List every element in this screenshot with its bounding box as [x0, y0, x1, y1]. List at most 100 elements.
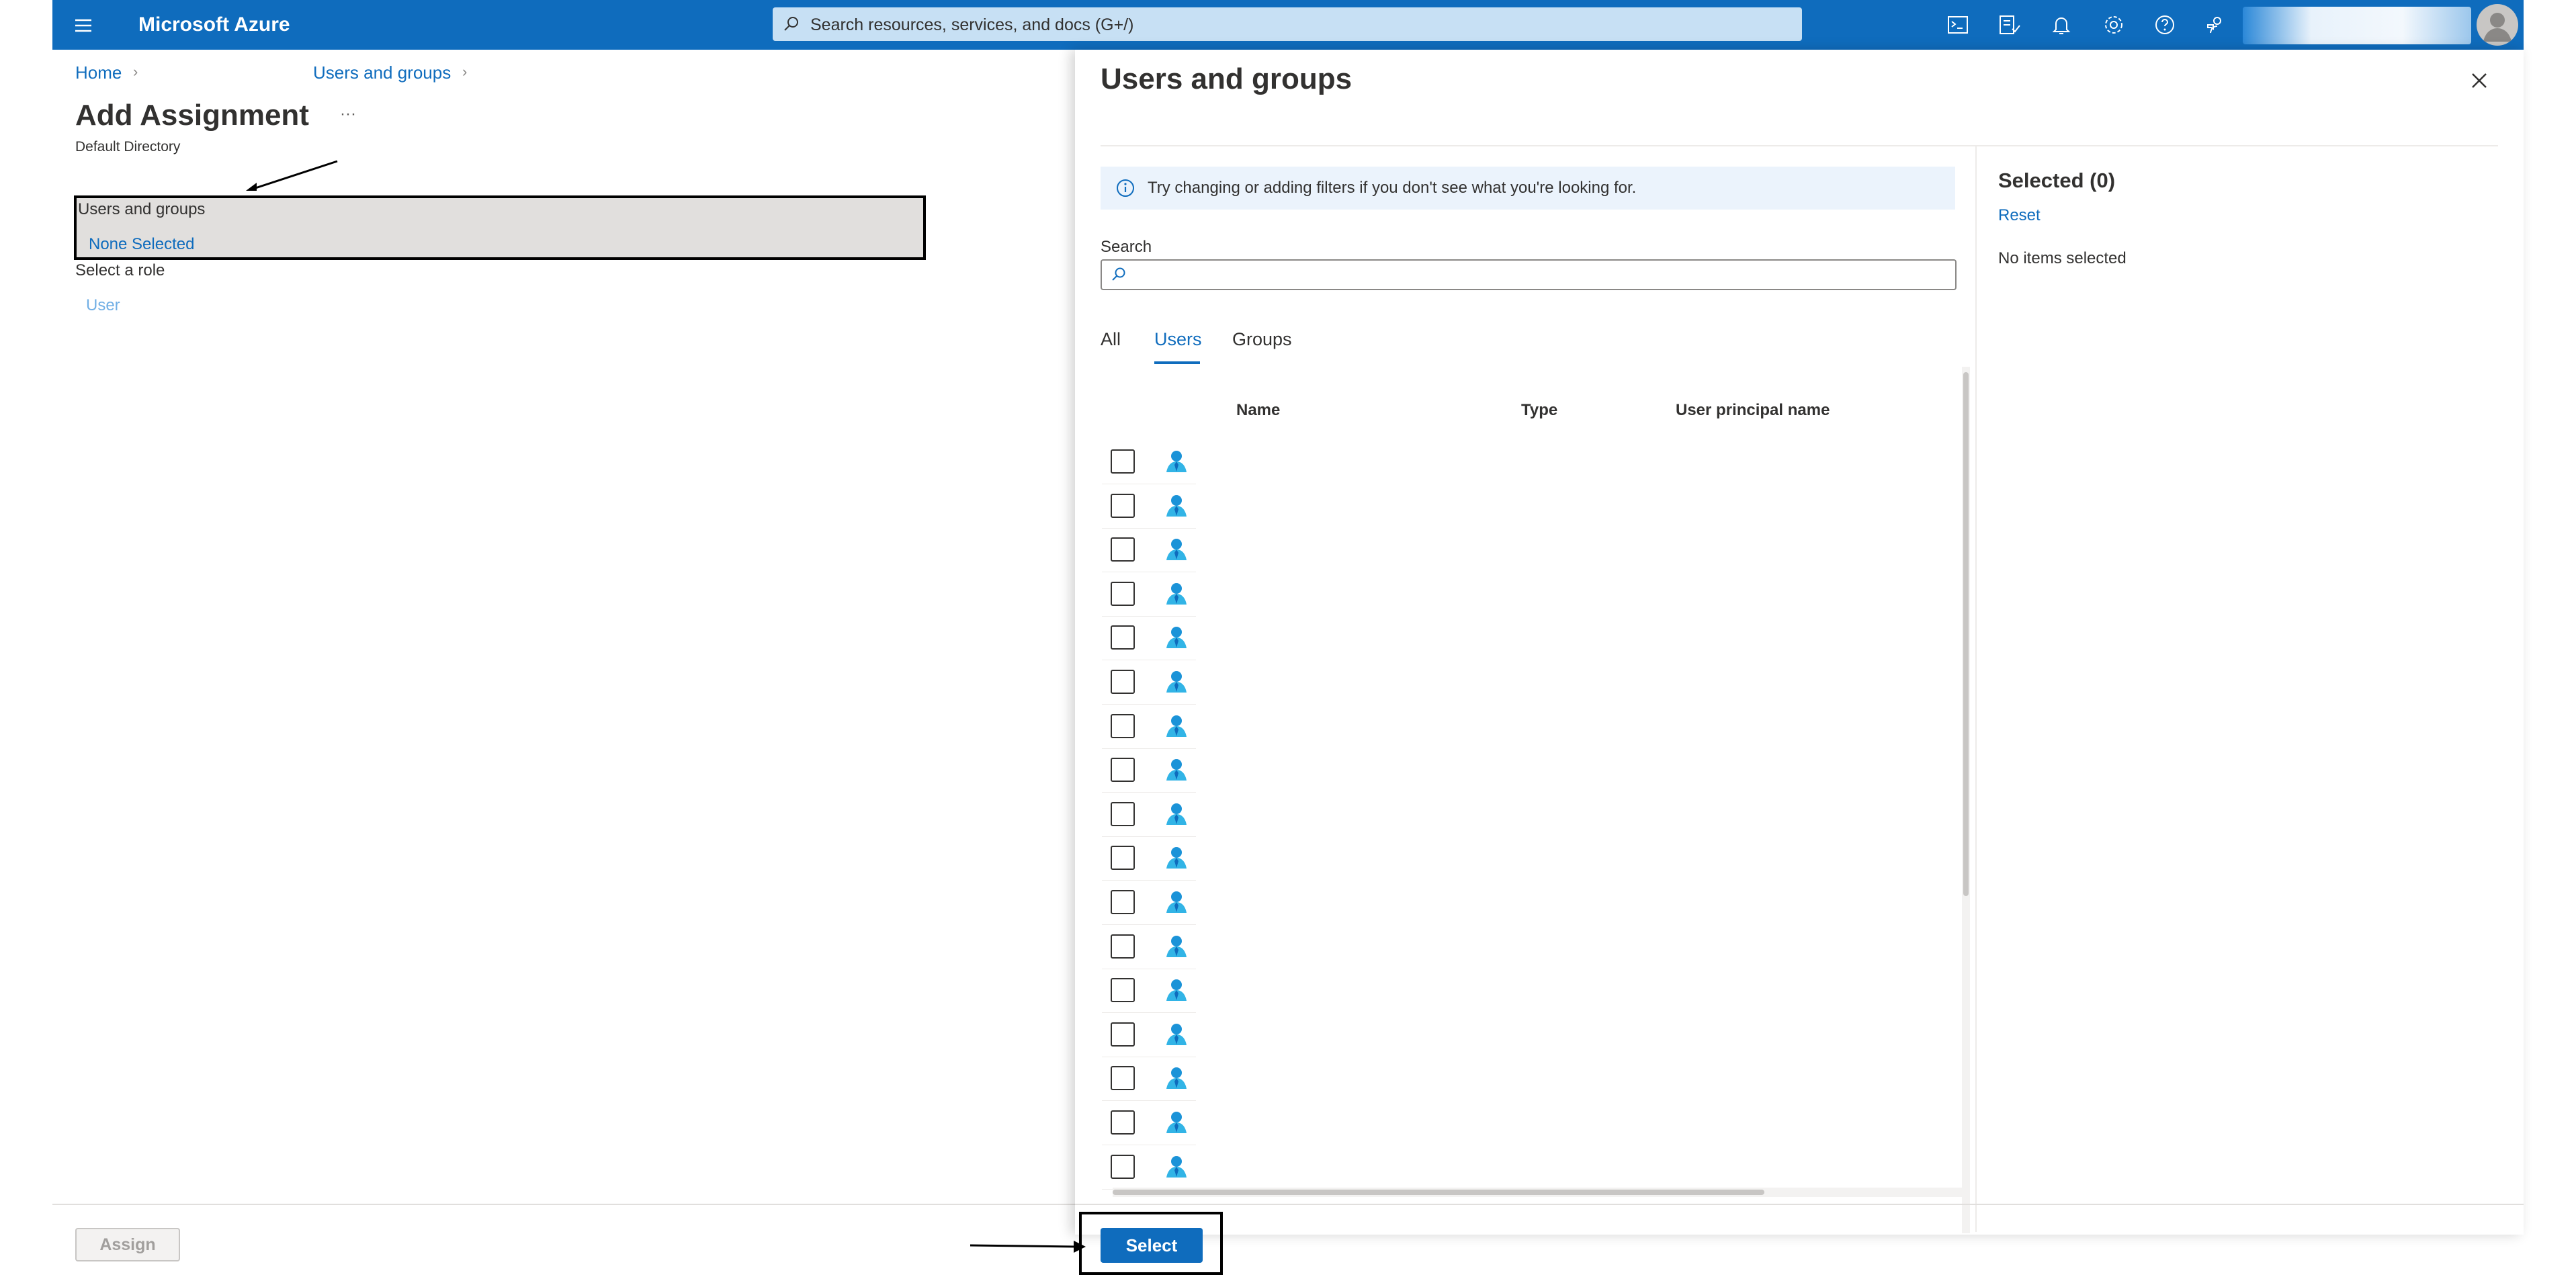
selected-empty-text: No items selected: [1998, 249, 2127, 267]
row-checkbox[interactable]: [1111, 1022, 1135, 1047]
row-checkbox[interactable]: [1111, 449, 1135, 474]
table-row[interactable]: [1102, 880, 1196, 925]
close-icon[interactable]: [2466, 67, 2493, 94]
reset-link[interactable]: Reset: [1998, 206, 2041, 226]
table-row[interactable]: [1102, 439, 1196, 484]
scrollbar-thumb[interactable]: [1963, 372, 1969, 896]
user-icon: [1164, 1021, 1189, 1047]
brand-title[interactable]: Microsoft Azure: [138, 12, 290, 38]
user-list: [1075, 439, 1962, 1231]
chevron-right-icon: ›: [462, 63, 468, 80]
user-icon: [1164, 933, 1189, 959]
user-icon: [1164, 756, 1189, 782]
users-and-groups-label: Users and groups: [78, 200, 206, 218]
search-icon: [782, 15, 801, 34]
row-checkbox[interactable]: [1111, 670, 1135, 694]
user-icon: [1164, 668, 1189, 694]
tab-users[interactable]: Users: [1154, 328, 1202, 351]
tab-groups[interactable]: Groups: [1232, 328, 1292, 351]
row-checkbox[interactable]: [1111, 801, 1135, 826]
row-checkbox[interactable]: [1111, 934, 1135, 959]
page-title: Add Assignment: [75, 99, 309, 132]
user-icon: [1164, 977, 1189, 1002]
select-button[interactable]: Select: [1101, 1228, 1203, 1263]
annotation-arrow-icon: [246, 160, 338, 191]
user-icon: [1164, 492, 1189, 518]
table-row[interactable]: [1102, 792, 1196, 837]
horizontal-scrollbar[interactable]: [1113, 1188, 1962, 1197]
breadcrumb-users-and-groups[interactable]: Users and groups: [313, 62, 451, 83]
tab-active-indicator: [1154, 361, 1200, 364]
table-row[interactable]: [1102, 748, 1196, 793]
row-checkbox[interactable]: [1111, 1154, 1135, 1179]
tab-all[interactable]: All: [1101, 328, 1121, 351]
breadcrumb-home[interactable]: Home: [75, 62, 122, 83]
user-icon: [1164, 713, 1189, 738]
notifications-icon[interactable]: [2048, 11, 2075, 38]
info-bar: Try changing or adding filters if you do…: [1101, 167, 1955, 210]
help-icon[interactable]: [2151, 11, 2178, 38]
users-and-groups-value[interactable]: None Selected: [89, 234, 194, 255]
column-name[interactable]: Name: [1236, 400, 1280, 420]
user-icon: [1164, 1153, 1189, 1179]
settings-icon[interactable]: [2100, 11, 2127, 38]
row-checkbox[interactable]: [1111, 493, 1135, 518]
table-row[interactable]: [1102, 704, 1196, 749]
cloud-shell-icon[interactable]: [1944, 11, 1971, 38]
table-row[interactable]: [1102, 1056, 1196, 1102]
user-icon: [1164, 536, 1189, 562]
row-checkbox[interactable]: [1111, 846, 1135, 871]
chevron-right-icon: ›: [133, 63, 138, 80]
table-row[interactable]: [1102, 836, 1196, 881]
table-row[interactable]: [1102, 615, 1196, 661]
table-row[interactable]: [1102, 484, 1196, 529]
search-icon: [1110, 266, 1127, 283]
row-checkbox[interactable]: [1111, 890, 1135, 914]
row-checkbox[interactable]: [1111, 978, 1135, 1003]
column-divider: [1975, 145, 1977, 1232]
page-subtitle: Default Directory: [75, 139, 181, 154]
search-placeholder: Search resources, services, and docs (G+…: [810, 15, 1134, 34]
search-input[interactable]: [1101, 259, 1957, 290]
info-icon: [1115, 178, 1135, 198]
table-row[interactable]: [1102, 924, 1196, 969]
selected-title: Selected (0): [1998, 169, 2116, 192]
assign-button[interactable]: Assign: [75, 1228, 180, 1261]
row-checkbox[interactable]: [1111, 713, 1135, 738]
table-row[interactable]: [1102, 527, 1196, 573]
column-user-principal-name[interactable]: User principal name: [1676, 400, 1830, 420]
directory-filter-icon[interactable]: [1995, 11, 2022, 38]
column-type[interactable]: Type: [1521, 400, 1557, 420]
scrollbar-thumb[interactable]: [1113, 1190, 1764, 1195]
info-text: Try changing or adding filters if you do…: [1148, 179, 1637, 197]
user-icon: [1164, 624, 1189, 650]
table-row[interactable]: [1102, 1145, 1196, 1190]
user-icon: [1164, 1109, 1189, 1135]
role-value[interactable]: User: [86, 296, 120, 316]
avatar[interactable]: [2477, 4, 2518, 46]
row-checkbox[interactable]: [1111, 581, 1135, 606]
table-row[interactable]: [1102, 572, 1196, 617]
top-bar: Microsoft Azure Search resources, servic…: [52, 0, 2524, 50]
user-icon: [1164, 889, 1189, 914]
account-info[interactable]: [2243, 7, 2471, 44]
feedback-icon[interactable]: [2202, 11, 2229, 38]
row-checkbox[interactable]: [1111, 1110, 1135, 1135]
users-and-groups-panel: Users and groups Try changing or adding …: [1075, 50, 2524, 1235]
annotation-arrow-icon: [970, 1241, 1086, 1253]
row-checkbox[interactable]: [1111, 758, 1135, 783]
row-checkbox[interactable]: [1111, 625, 1135, 650]
table-row[interactable]: [1102, 1012, 1196, 1057]
user-icon: [1164, 801, 1189, 826]
row-checkbox[interactable]: [1111, 537, 1135, 562]
global-search[interactable]: Search resources, services, and docs (G+…: [773, 7, 1802, 41]
table-row[interactable]: [1102, 968, 1196, 1014]
user-icon: [1164, 844, 1189, 870]
users-and-groups-field[interactable]: Users and groups None Selected: [74, 195, 926, 260]
table-row[interactable]: [1102, 660, 1196, 705]
vertical-scrollbar[interactable]: [1962, 367, 1970, 1233]
menu-icon[interactable]: [70, 12, 97, 39]
more-options-icon[interactable]: ···: [340, 105, 356, 124]
row-checkbox[interactable]: [1111, 1066, 1135, 1091]
table-row[interactable]: [1102, 1100, 1196, 1145]
